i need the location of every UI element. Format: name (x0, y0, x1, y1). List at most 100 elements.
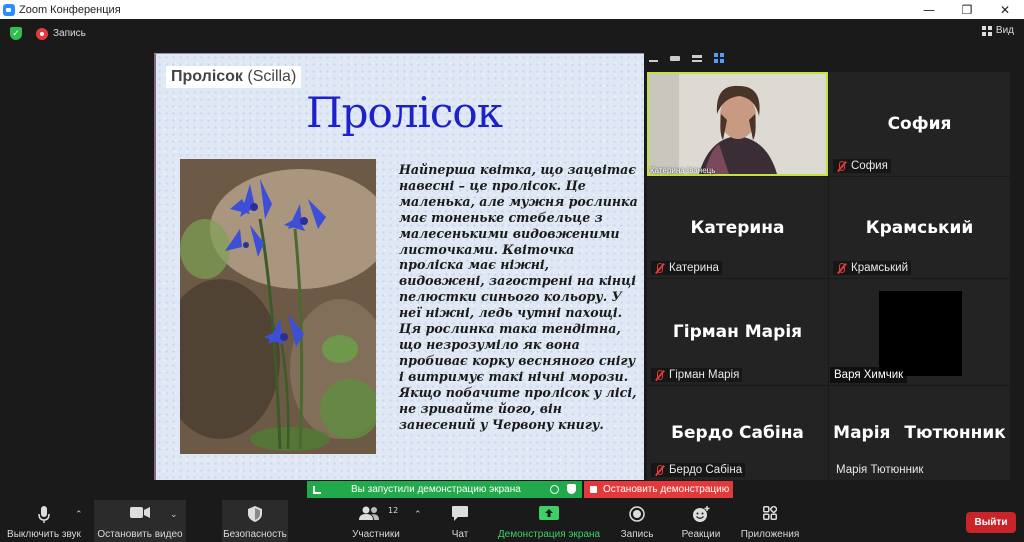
video-options-caret-icon[interactable]: ⌄ (170, 510, 178, 520)
share-screen-button[interactable]: Демонстрация экрана (494, 500, 604, 542)
muted-mic-icon (654, 262, 665, 274)
shared-slide: Пролісок (Scilla) Пролісок Найперша квіт… (154, 54, 644, 480)
participant-name-label: Бердо Сабіна (651, 463, 746, 477)
apps-icon (763, 506, 777, 520)
stop-video-button[interactable]: Остановить видео (94, 500, 186, 542)
share-screen-icon (539, 506, 559, 520)
muted-mic-icon (654, 464, 665, 476)
participant-name: Катерина (669, 262, 719, 274)
webcam-image (649, 74, 826, 174)
participant-name: Марія Тютюнник (836, 464, 924, 476)
participant-display-name: Гірман Марія (672, 322, 803, 342)
chat-label: Чат (451, 529, 469, 540)
recording-label[interactable]: Запись (53, 28, 86, 39)
participants-icon (359, 506, 379, 520)
muted-mic-icon (836, 160, 847, 172)
share-info-icon[interactable] (550, 485, 559, 494)
window-title: Zoom Конференция (19, 3, 121, 16)
participant-caption: Катерина Іванець (650, 166, 716, 175)
minimize-button[interactable]: — (910, 0, 948, 19)
maximize-button[interactable]: ❐ (948, 0, 986, 19)
audio-options-caret-icon[interactable]: ⌃ (75, 510, 83, 520)
participants-options-caret-icon[interactable]: ⌃ (414, 510, 422, 520)
participant-tile[interactable]: Катерина Іванець (647, 72, 828, 176)
security-button[interactable]: Безопасность (222, 500, 288, 542)
meeting-info-bar: ✓ Запись Вид (0, 19, 1024, 48)
participant-tile[interactable]: Марія Тютюнник Марія Тютюнник (829, 386, 1010, 480)
participant-name-label: София (833, 159, 891, 173)
slide-label-rest: (Scilla) (242, 68, 297, 85)
participant-name: София (851, 160, 888, 172)
camera-feed (649, 74, 826, 174)
participant-name: Гірман Марія (669, 369, 740, 381)
slide-label: Пролісок (Scilla) (166, 66, 302, 88)
mute-button[interactable]: Выключить звук (4, 500, 84, 542)
screen-share-status-bar: Вы запустили демонстрацию экрана (307, 481, 582, 498)
zoom-logo-icon (3, 3, 15, 16)
flower-illustration (180, 159, 376, 454)
speaker-view-icon[interactable] (692, 54, 702, 62)
title-bar: Zoom Конференция — ❐ ✕ (0, 0, 1024, 19)
stop-video-label: Остановить видео (97, 529, 183, 540)
participants-count: 12 (388, 506, 399, 515)
meeting-toolbar: Выключить звук ⌃ Остановить видео ⌄ Безо… (0, 500, 1024, 542)
share-screen-label: Демонстрация экрана (497, 529, 601, 540)
muted-mic-icon (654, 369, 665, 381)
participant-display-name: Бердо Сабіна (671, 423, 804, 443)
security-label: Безопасность (223, 529, 287, 540)
participant-tile[interactable]: Катерина Катерина (647, 177, 828, 278)
scilla-flower-image (180, 159, 376, 454)
chat-bubble-icon (452, 506, 468, 521)
signal-icon (313, 485, 321, 494)
muted-mic-icon (836, 262, 847, 274)
participant-name: Бердо Сабіна (669, 464, 743, 476)
encryption-shield-icon[interactable]: ✓ (10, 27, 22, 40)
camera-feed (879, 291, 962, 376)
view-label: Вид (995, 25, 1014, 36)
apps-button[interactable]: Приложения (739, 500, 801, 542)
participant-name: Варя Химчик (830, 367, 908, 383)
window-controls: — ❐ ✕ (910, 0, 1024, 19)
share-security-icon[interactable] (567, 484, 576, 494)
participant-name: Крамський (851, 262, 909, 274)
record-label: Запись (620, 529, 654, 540)
grid-view-icon (981, 25, 992, 36)
recording-icon[interactable] (36, 27, 48, 40)
participant-name-label: Гірман Марія (651, 368, 743, 382)
minimize-panel-icon[interactable] (649, 60, 658, 62)
participant-tile[interactable]: Гірман Марія Гірман Марія (647, 279, 828, 385)
gallery-view-controls (649, 50, 724, 66)
video-camera-icon (130, 507, 150, 518)
close-button[interactable]: ✕ (986, 0, 1024, 19)
participant-name-label: Катерина (651, 261, 722, 275)
participant-display-name: Крамський (865, 217, 974, 238)
share-status-message: Вы запустили демонстрацию экрана (351, 484, 521, 495)
participant-display-name: Марія Тютюнник (833, 423, 1006, 443)
apps-label: Приложения (740, 529, 800, 540)
security-shield-icon (248, 506, 262, 522)
chat-button[interactable]: Чат (443, 500, 477, 542)
zoom-window: Zoom Конференция — ❐ ✕ ✓ Запись Вид Прол… (0, 0, 1024, 542)
slide-body-text: Найперша квітка, що зацвітає навесні – ц… (399, 162, 638, 432)
leave-meeting-button[interactable]: Выйти (966, 512, 1016, 533)
participant-display-name: Катерина (690, 217, 785, 238)
mute-label: Выключить звук (7, 529, 81, 540)
participant-name-label: Марія Тютюнник (833, 463, 926, 477)
participant-tile[interactable]: Крамський Крамський (829, 177, 1010, 278)
stop-share-label: Остановить демонстрацию (603, 484, 730, 495)
reactions-button[interactable]: Реакции (679, 500, 723, 542)
stop-icon (590, 486, 597, 493)
view-button[interactable]: Вид (981, 25, 1014, 36)
participant-tile[interactable]: Варя Химчик (829, 279, 1010, 385)
participants-label: Участники (352, 529, 400, 540)
record-button[interactable]: Запись (617, 500, 657, 542)
smiley-plus-icon (693, 506, 710, 522)
participant-display-name: София (887, 114, 952, 134)
strip-view-icon[interactable] (670, 55, 680, 61)
reactions-label: Реакции (681, 529, 721, 540)
gallery-grid-icon[interactable] (714, 53, 724, 63)
participant-name-label: Крамський (833, 261, 912, 275)
participant-tile[interactable]: Бердо Сабіна Бердо Сабіна (647, 386, 828, 480)
participant-tile[interactable]: София София (829, 72, 1010, 176)
stop-share-button[interactable]: Остановить демонстрацию (584, 481, 733, 498)
